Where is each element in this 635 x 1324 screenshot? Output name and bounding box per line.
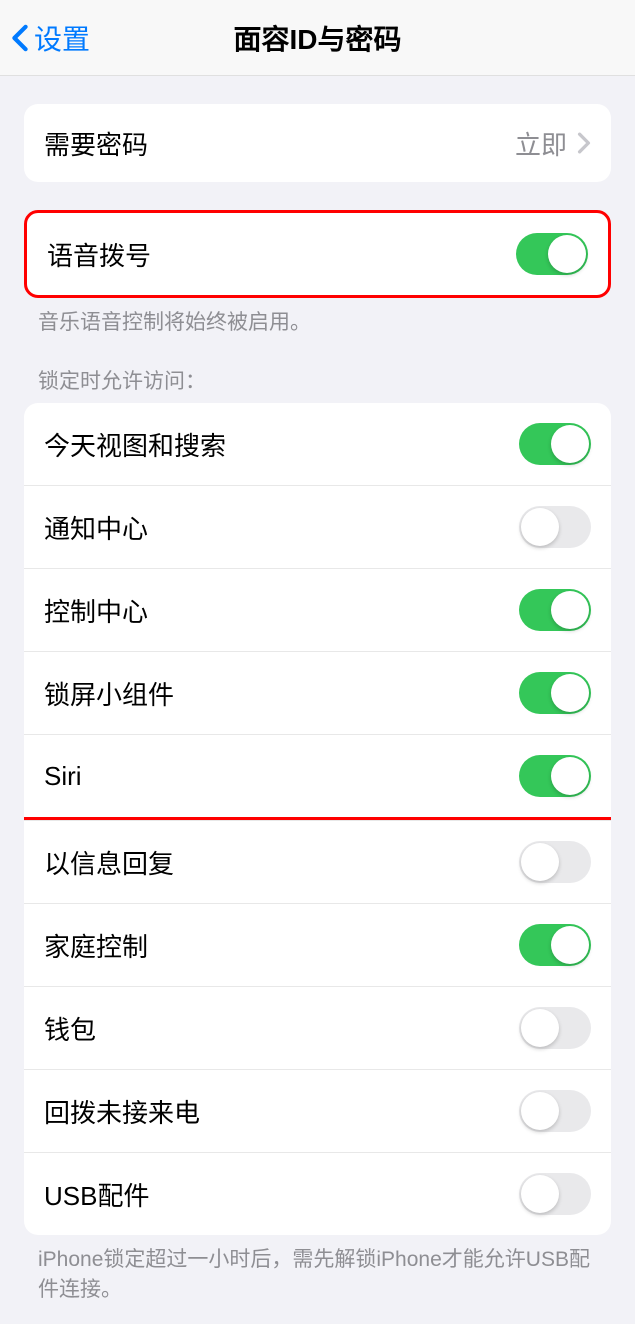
voice-dial-row: 语音拨号 xyxy=(27,213,608,295)
lock-item-label: 控制中心 xyxy=(44,592,148,629)
lock-item-lock-widgets: 锁屏小组件 xyxy=(24,651,611,734)
lock-item-label: 今天视图和搜索 xyxy=(44,426,226,463)
passcode-required-label: 需要密码 xyxy=(44,125,148,162)
navbar: 设置 面容ID与密码 xyxy=(0,0,635,76)
lock-item-toggle-notification[interactable] xyxy=(519,506,591,548)
lock-item-toggle-siri[interactable] xyxy=(519,755,591,797)
voice-dial-label: 语音拨号 xyxy=(47,236,151,273)
lock-item-toggle-usb[interactable] xyxy=(519,1173,591,1215)
lock-access-header: 锁定时允许访问： xyxy=(38,365,597,395)
voice-dial-group: 语音拨号 xyxy=(24,210,611,298)
usb-footer: iPhone锁定超过一小时后，需先解锁iPhone才能允许USB配件连接。 xyxy=(38,1245,597,1304)
lock-item-today: 今天视图和搜索 xyxy=(24,403,611,485)
back-button[interactable]: 设置 xyxy=(10,18,90,58)
lock-item-toggle-reply-message[interactable] xyxy=(519,841,591,883)
lock-item-label: 钱包 xyxy=(44,1010,96,1047)
lock-item-reply-message: 以信息回复 xyxy=(24,820,611,903)
lock-item-usb: USB配件 xyxy=(24,1152,611,1235)
passcode-required-value: 立即 xyxy=(515,125,591,162)
lock-item-wallet: 钱包 xyxy=(24,986,611,1069)
lock-item-label: 回拨未接来电 xyxy=(44,1093,200,1130)
lock-item-home-control: 家庭控制 xyxy=(24,903,611,986)
lock-item-label: USB配件 xyxy=(44,1176,149,1213)
lock-item-callback: 回拨未接来电 xyxy=(24,1069,611,1152)
passcode-required-group: 需要密码 立即 xyxy=(24,104,611,182)
lock-item-toggle-home-control[interactable] xyxy=(519,924,591,966)
voice-dial-footer: 音乐语音控制将始终被启用。 xyxy=(38,308,597,337)
passcode-required-row[interactable]: 需要密码 立即 xyxy=(24,104,611,182)
lock-item-label: 以信息回复 xyxy=(44,844,174,881)
lock-item-toggle-today[interactable] xyxy=(519,423,591,465)
chevron-left-icon xyxy=(10,24,30,52)
lock-item-siri: Siri xyxy=(24,734,611,820)
lock-item-notification: 通知中心 xyxy=(24,485,611,568)
back-label: 设置 xyxy=(34,18,90,58)
lock-item-toggle-lock-widgets[interactable] xyxy=(519,672,591,714)
content: 需要密码 立即 语音拨号 音乐语音控制将始终被启用。 锁定时允许访问： 今天视图… xyxy=(0,104,635,1324)
lock-access-group: 今天视图和搜索 通知中心 控制中心 锁屏小组件 Siri 以信息回复 家庭控制 xyxy=(24,403,611,1235)
lock-item-label: Siri xyxy=(44,761,82,792)
lock-item-label: 家庭控制 xyxy=(44,927,148,964)
lock-item-control-center: 控制中心 xyxy=(24,568,611,651)
voice-dial-toggle[interactable] xyxy=(516,233,588,275)
page-title: 面容ID与密码 xyxy=(233,18,401,58)
lock-item-toggle-wallet[interactable] xyxy=(519,1007,591,1049)
lock-item-toggle-control-center[interactable] xyxy=(519,589,591,631)
lock-item-label: 锁屏小组件 xyxy=(44,675,174,712)
chevron-right-icon xyxy=(577,132,591,154)
lock-item-label: 通知中心 xyxy=(44,509,148,546)
lock-item-toggle-callback[interactable] xyxy=(519,1090,591,1132)
